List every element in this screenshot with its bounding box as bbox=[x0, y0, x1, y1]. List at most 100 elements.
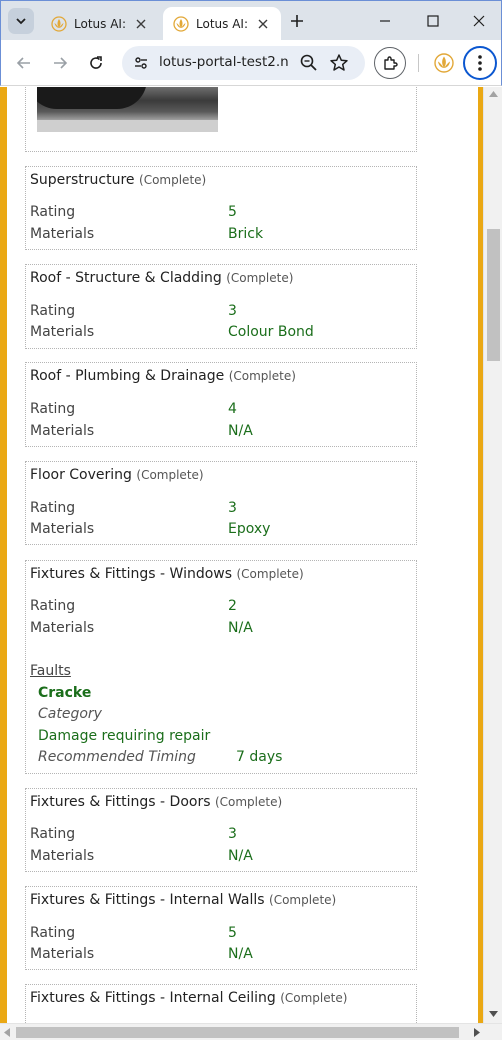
section-card: Fixtures & Fittings - Internal Walls (Co… bbox=[25, 886, 417, 970]
extensions-icon bbox=[384, 56, 398, 70]
tab-active[interactable]: Lotus AI: bbox=[163, 7, 281, 41]
maximize-icon bbox=[427, 15, 439, 27]
fault-timing-value: 7 days bbox=[236, 749, 283, 765]
section-title: Fixtures & Fittings - Internal Ceiling (… bbox=[30, 990, 348, 1006]
section-card: Roof - Plumbing & Drainage (Complete) Ra… bbox=[25, 362, 417, 447]
section-card: Floor Covering (Complete) Rating 3 Materi… bbox=[25, 461, 417, 545]
new-tab-button[interactable] bbox=[286, 10, 308, 32]
horizontal-scrollbar[interactable] bbox=[0, 1023, 502, 1040]
toolbar-separator bbox=[418, 54, 419, 72]
rating-label: Rating bbox=[30, 826, 76, 842]
tab-title: Lotus AI: bbox=[74, 17, 126, 31]
zoom-icon[interactable] bbox=[299, 53, 319, 73]
rating-value: 2 bbox=[228, 598, 237, 614]
extensions-button[interactable] bbox=[374, 47, 406, 79]
url-text[interactable]: lotus-portal-test2.n... bbox=[159, 54, 289, 70]
section-card: Fixtures & Fittings - Internal Ceiling (… bbox=[25, 984, 417, 1023]
section-status: (Complete) bbox=[228, 369, 296, 383]
scroll-down-arrow-icon[interactable] bbox=[489, 1011, 498, 1017]
scroll-up-arrow-icon[interactable] bbox=[489, 91, 498, 97]
rating-label: Rating bbox=[30, 303, 76, 319]
materials-value: N/A bbox=[228, 848, 253, 864]
reload-icon bbox=[90, 56, 102, 69]
site-info-icon[interactable] bbox=[130, 52, 152, 74]
section-title: Roof - Structure & Cladding (Complete) bbox=[30, 270, 294, 286]
section-status: (Complete) bbox=[214, 795, 283, 809]
lotus-favicon bbox=[51, 16, 67, 32]
tab-title: Lotus AI: bbox=[196, 17, 248, 31]
fault-name: Cracke bbox=[38, 685, 92, 701]
section-card: Superstructure (Complete) Rating 5 Materi… bbox=[25, 166, 417, 250]
rating-label: Rating bbox=[30, 925, 76, 941]
materials-value: Colour Bond bbox=[228, 324, 314, 340]
vertical-scrollbar[interactable] bbox=[483, 87, 502, 1023]
bookmark-star-icon[interactable] bbox=[329, 53, 349, 73]
rating-value: 3 bbox=[228, 500, 237, 516]
browser-toolbar: lotus-portal-test2.n... bbox=[0, 40, 502, 86]
lotus-favicon bbox=[173, 16, 189, 32]
photo-card bbox=[25, 87, 417, 152]
materials-value: N/A bbox=[228, 620, 253, 636]
rating-label: Rating bbox=[30, 401, 76, 417]
forward-icon bbox=[54, 57, 68, 69]
rating-value: 5 bbox=[228, 925, 237, 941]
window-close-button[interactable] bbox=[467, 9, 491, 33]
fault-category-value: Damage requiring repair bbox=[38, 728, 211, 744]
section-title: Fixtures & Fittings - Windows (Complete) bbox=[30, 566, 304, 582]
vertical-scroll-thumb[interactable] bbox=[487, 229, 500, 361]
rating-value: 3 bbox=[228, 303, 237, 319]
inspection-photo[interactable] bbox=[37, 87, 218, 132]
faults-heading: Faults bbox=[30, 663, 71, 679]
section-title: Fixtures & Fittings - Doors (Complete) bbox=[30, 794, 283, 810]
rating-label: Rating bbox=[30, 204, 76, 220]
scroll-right-arrow-icon[interactable] bbox=[474, 1028, 480, 1037]
section-title: Fixtures & Fittings - Internal Walls (Co… bbox=[30, 892, 337, 908]
materials-label: Materials bbox=[30, 521, 95, 537]
page-frame-left bbox=[0, 87, 7, 1023]
rating-label: Rating bbox=[30, 598, 76, 614]
browser-menu-button[interactable] bbox=[463, 46, 497, 80]
materials-value: Epoxy bbox=[228, 521, 271, 537]
lotus-extension-icon[interactable] bbox=[433, 53, 455, 73]
section-status: (Complete) bbox=[269, 893, 337, 907]
minimize-icon bbox=[380, 20, 390, 22]
materials-label: Materials bbox=[30, 620, 95, 636]
window-close-icon bbox=[473, 15, 485, 27]
section-card: Fixtures & Fittings - Doors (Complete) R… bbox=[25, 788, 417, 872]
materials-label: Materials bbox=[30, 946, 95, 962]
rating-label: Rating bbox=[30, 500, 76, 516]
section-card: Fixtures & Fittings - Windows (Complete)… bbox=[25, 560, 417, 774]
forward-button[interactable] bbox=[47, 50, 73, 76]
plus-icon bbox=[291, 15, 303, 27]
section-title: Roof - Plumbing & Drainage (Complete) bbox=[30, 368, 296, 384]
back-icon bbox=[16, 57, 30, 69]
materials-value: N/A bbox=[228, 946, 253, 962]
materials-label: Materials bbox=[30, 324, 95, 340]
section-status: (Complete) bbox=[139, 173, 207, 187]
section-card: Roof - Structure & Cladding (Complete) R… bbox=[25, 264, 417, 349]
close-icon[interactable] bbox=[255, 16, 271, 32]
fault-timing-label: Recommended Timing bbox=[38, 749, 196, 765]
address-bar[interactable]: lotus-portal-test2.n... bbox=[122, 46, 365, 80]
menu-kebab-icon bbox=[478, 55, 482, 71]
minimize-button[interactable] bbox=[373, 9, 397, 33]
section-title: Superstructure (Complete) bbox=[30, 172, 207, 188]
section-status: (Complete) bbox=[226, 271, 294, 285]
section-status: (Complete) bbox=[280, 991, 348, 1005]
back-button[interactable] bbox=[11, 50, 37, 76]
rating-value: 4 bbox=[228, 401, 237, 417]
materials-label: Materials bbox=[30, 848, 95, 864]
fault-category-label: Category bbox=[38, 706, 102, 722]
materials-label: Materials bbox=[30, 226, 95, 242]
maximize-button[interactable] bbox=[421, 9, 445, 33]
tab-search-button[interactable] bbox=[8, 8, 34, 34]
tab-strip: Lotus AI: Lotus AI: bbox=[0, 0, 502, 41]
scroll-left-arrow-icon[interactable] bbox=[4, 1028, 10, 1037]
section-status: (Complete) bbox=[136, 468, 204, 482]
tab-inactive[interactable]: Lotus AI: bbox=[41, 7, 159, 41]
close-icon[interactable] bbox=[133, 16, 149, 32]
materials-value: N/A bbox=[228, 423, 253, 439]
reload-button[interactable] bbox=[83, 50, 109, 76]
horizontal-scroll-thumb[interactable] bbox=[16, 1027, 459, 1038]
section-status: (Complete) bbox=[236, 567, 304, 581]
